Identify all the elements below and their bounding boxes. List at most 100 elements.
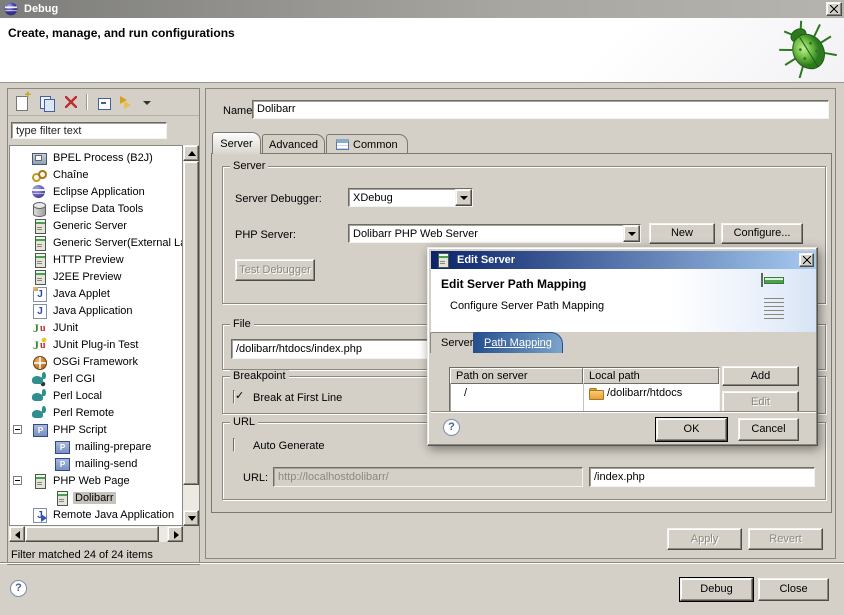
page-title: Create, manage, and run configurations (8, 26, 235, 40)
tree-item[interactable]: Generic Server(External La (10, 234, 182, 251)
remote-java-icon (31, 507, 47, 523)
edit-mapping-button[interactable]: Edit (722, 391, 799, 413)
auto-generate-checkbox[interactable] (233, 438, 235, 452)
edit-server-icon (434, 252, 450, 268)
tree-item[interactable]: OSGi Framework (10, 353, 182, 370)
tree-item[interactable]: BPEL Process (B2J) (10, 149, 182, 166)
banner: Create, manage, and run configurations (0, 18, 844, 83)
help-icon[interactable]: ? (10, 580, 27, 597)
php-script-icon (53, 439, 69, 455)
column-header-local-path[interactable]: Local path (583, 368, 719, 384)
chevron-down-icon[interactable] (455, 189, 472, 206)
debug-button[interactable]: Debug (680, 578, 753, 601)
junit-plugin-icon (31, 337, 47, 353)
table-row[interactable]: / /dolibarr/htdocs (450, 384, 719, 401)
collapse-expander-icon[interactable] (13, 476, 22, 485)
perl-icon (31, 388, 47, 404)
vertical-scrollbar[interactable] (183, 145, 199, 526)
tree-item[interactable]: mailing-send (10, 455, 182, 472)
debug-configurations-window: Debug Create, manage, and run configurat… (0, 0, 844, 615)
server-icon (31, 269, 47, 285)
bug-icon (776, 20, 838, 78)
scroll-right-icon[interactable] (167, 526, 183, 542)
horizontal-scrollbar-thumb[interactable] (25, 526, 159, 542)
tab-advanced[interactable]: Advanced (262, 134, 325, 154)
server-debugger-select[interactable]: XDebug (348, 188, 473, 207)
scroll-up-icon[interactable] (183, 145, 199, 161)
php-web-page-icon (31, 473, 47, 489)
tree-item[interactable]: mailing-prepare (10, 438, 182, 455)
tree-item[interactable]: Eclipse Data Tools (10, 200, 182, 217)
tree-item-php-web-page[interactable]: PHP Web Page (10, 472, 182, 489)
tree-item[interactable]: Perl CGI (10, 370, 182, 387)
dialog-tab-path-mapping[interactable]: Path Mapping (473, 332, 563, 353)
tree-item[interactable]: HTTP Preview (10, 251, 182, 268)
tree-item[interactable]: Chaîne (10, 166, 182, 183)
tree-viewport[interactable]: BPEL Process (B2J) Chaîne Eclipse Applic… (9, 145, 183, 526)
column-header-path-on-server[interactable]: Path on server (450, 368, 583, 384)
eclipse-application-icon (31, 184, 47, 200)
filter-input[interactable]: type filter text (11, 122, 167, 139)
duplicate-icon[interactable] (38, 94, 55, 111)
path-mapping-table[interactable]: Path on server Local path / /dolibarr/ht… (449, 367, 720, 413)
tree-item[interactable]: JUnit Plug-in Test (10, 336, 182, 353)
scroll-left-icon[interactable] (9, 526, 25, 542)
window-close-icon[interactable] (826, 2, 842, 16)
new-launch-configuration-icon[interactable] (14, 94, 31, 111)
tree-item[interactable]: Java Applet (10, 285, 182, 302)
table-icon (336, 139, 349, 150)
dialog-close-icon[interactable] (799, 253, 814, 267)
tree-item-dolibarr[interactable]: Dolibarr (10, 489, 182, 506)
tab-common[interactable]: Common (326, 134, 408, 154)
tree-item[interactable]: Eclipse Application (10, 183, 182, 200)
configure-server-button[interactable]: Configure... (721, 223, 803, 244)
chain-icon (31, 167, 47, 183)
php-script-icon (53, 456, 69, 472)
tree-item[interactable]: Remote Java Application (10, 506, 182, 523)
vertical-scrollbar-thumb[interactable] (183, 161, 199, 485)
name-input[interactable]: Dolibarr (252, 100, 829, 119)
perl-cgi-icon (31, 371, 47, 387)
cancel-button[interactable]: Cancel (738, 418, 799, 441)
tree-item[interactable]: Perl Local (10, 387, 182, 404)
chevron-down-icon[interactable] (623, 225, 640, 242)
url-path-input[interactable]: /index.php (589, 467, 815, 487)
php-server-label: PHP Server: (235, 229, 296, 241)
scroll-down-icon[interactable] (183, 510, 199, 526)
tree-item[interactable]: Perl Remote (10, 404, 182, 421)
dialog-help-icon[interactable]: ? (443, 419, 460, 436)
tree-item[interactable]: JUnit (10, 319, 182, 336)
tab-server[interactable]: Server (212, 132, 261, 154)
edit-server-dialog: Edit Server Edit Server Path Mapping Con… (427, 247, 818, 446)
menu-dropdown-icon[interactable] (143, 94, 152, 111)
tree-item[interactable]: Java Application (10, 302, 182, 319)
server-tower-icon (761, 273, 763, 287)
url-label: URL: (243, 472, 268, 484)
collapse-all-icon[interactable] (95, 94, 112, 111)
ok-button[interactable]: OK (656, 418, 727, 441)
revert-button[interactable]: Revert (748, 528, 823, 550)
tree-item[interactable]: J2EE Preview (10, 268, 182, 285)
php-server-select[interactable]: Dolibarr PHP Web Server (348, 224, 641, 243)
delete-icon[interactable] (62, 94, 79, 111)
php-web-page-icon (53, 490, 69, 506)
configurations-tree: BPEL Process (B2J) Chaîne Eclipse Applic… (9, 145, 199, 542)
apply-button[interactable]: Apply (667, 528, 742, 550)
sidebar-toolbar (8, 89, 199, 116)
collapse-expander-icon[interactable] (13, 425, 22, 434)
new-server-button[interactable]: New (649, 223, 715, 244)
filter-launch-configurations-icon[interactable] (119, 94, 136, 111)
tree-item[interactable]: Generic Server (10, 217, 182, 234)
close-button[interactable]: Close (758, 578, 829, 601)
test-debugger-button[interactable]: Test Debugger (235, 259, 315, 281)
add-mapping-button[interactable]: Add (722, 366, 799, 386)
dialog-titlebar[interactable]: Edit Server (431, 251, 816, 269)
window-titlebar[interactable]: Debug (0, 0, 844, 18)
horizontal-scrollbar[interactable] (9, 526, 183, 542)
dialog-header: Edit Server Path Mapping Configure Serve… (431, 269, 816, 332)
tree-item-php-script[interactable]: PHP Script (10, 421, 182, 438)
break-at-first-line-checkbox[interactable] (233, 390, 235, 404)
base-url-input[interactable]: http://localhostdolibarr/ (273, 467, 583, 487)
bpel-process-icon (31, 150, 47, 166)
server-icon (31, 235, 47, 251)
